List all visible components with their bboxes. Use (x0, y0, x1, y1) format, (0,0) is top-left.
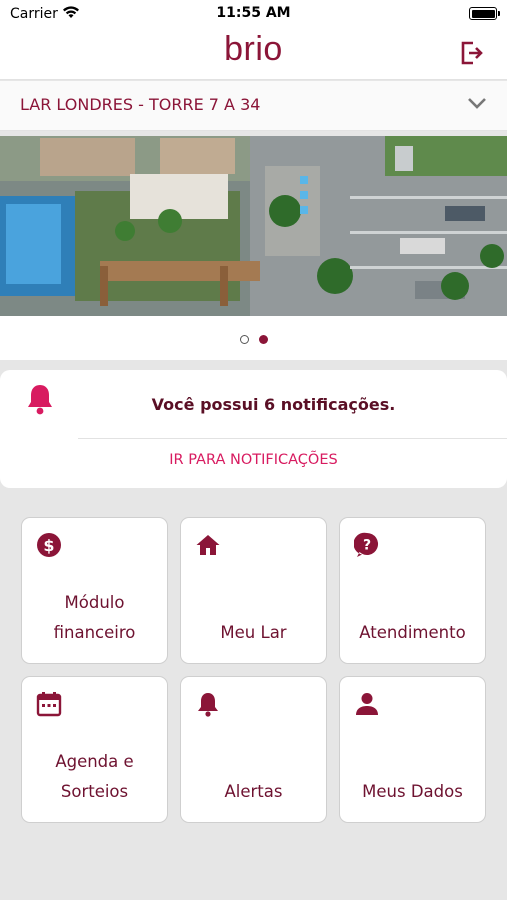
notifications-card: Você possui 6 notificações. IR PARA NOTI… (0, 370, 507, 488)
menu-tile-meus-dados[interactable]: Meus Dados (339, 676, 486, 823)
clock: 11:55 AM (216, 5, 291, 21)
tile-label: Alertas (224, 782, 283, 801)
residence-selector[interactable]: LAR LONDRES - TORRE 7 A 34 (0, 81, 507, 131)
calendar-icon (36, 692, 62, 717)
menu-tile-alertas[interactable]: Alertas (180, 676, 327, 823)
residence-label: LAR LONDRES - TORRE 7 A 34 (20, 95, 261, 114)
photo-carousel[interactable] (0, 136, 507, 316)
carousel-image (0, 136, 507, 316)
tile-label: Meus Dados (362, 782, 463, 801)
help-icon: ? (354, 532, 378, 557)
tile-label: Agenda e Sorteios (55, 752, 134, 801)
bell-icon (198, 693, 218, 717)
logout-icon[interactable] (459, 40, 485, 66)
brio-logo: brio (224, 30, 283, 68)
menu-tile-meu-lar[interactable]: Meu Lar (180, 517, 327, 664)
tile-label: Atendimento (359, 623, 466, 642)
tile-label: Meu Lar (220, 623, 287, 642)
notifications-message: Você possui 6 notificações. (151, 395, 396, 414)
go-to-notifications-link[interactable]: IR PARA NOTIFICAÇÕES (0, 452, 507, 468)
tile-label: Módulo financeiro (53, 593, 136, 642)
svg-text:$: $ (43, 536, 54, 555)
battery-icon (469, 7, 500, 20)
menu-tile-atendimento[interactable]: ? Atendimento (339, 517, 486, 664)
app-header: brio (0, 28, 507, 80)
home-icon (196, 535, 220, 555)
menu-tile-financeiro[interactable]: $ Módulo financeiro (21, 517, 168, 664)
chevron-down-icon[interactable] (467, 96, 487, 110)
pagination-dot-2[interactable] (259, 335, 268, 344)
person-icon (356, 693, 378, 715)
dollar-icon: $ (37, 533, 61, 557)
divider (78, 438, 507, 439)
svg-text:?: ? (363, 538, 371, 554)
menu-tile-agenda[interactable]: Agenda e Sorteios (21, 676, 168, 823)
carousel-pagination (0, 316, 507, 360)
pagination-dot-1[interactable] (240, 335, 249, 344)
status-bar: Carrier 11:55 AM (0, 0, 507, 28)
